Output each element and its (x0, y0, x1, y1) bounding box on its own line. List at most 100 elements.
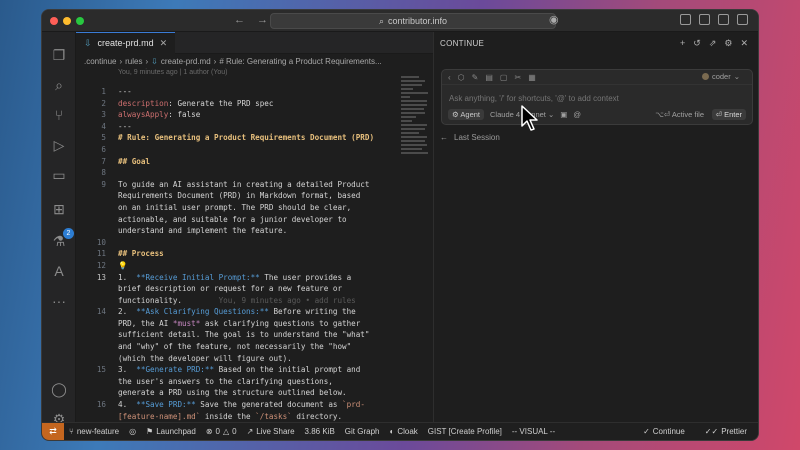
line-text: functionality. You, 9 minutes ago • add … (118, 295, 356, 307)
code-line[interactable]: 9 To guide an AI assistant in creating a … (76, 179, 419, 191)
breadcrumb-item[interactable]: rules (125, 57, 142, 66)
image-icon[interactable]: ▣ (560, 110, 567, 119)
launchpad-button[interactable]: ⚑ Launchpad (141, 427, 201, 436)
code-line[interactable]: 10 (76, 237, 419, 249)
git-graph-button[interactable]: Git Graph (340, 427, 385, 436)
code-line[interactable]: the user's answers to the clarifying que… (76, 376, 419, 388)
explorer-icon[interactable]: ❐ (50, 46, 68, 64)
source-control-icon[interactable]: ⑂ (50, 106, 68, 124)
code-line[interactable]: actionable, and suitable for a junior de… (76, 214, 419, 226)
close-tab-icon[interactable]: ✕ (160, 38, 168, 49)
pencil-icon[interactable]: ✎ (472, 73, 479, 82)
chat-input[interactable] (449, 94, 689, 103)
avatar (701, 73, 709, 80)
last-session-link[interactable]: ← Last Session (440, 133, 500, 142)
book-icon[interactable]: ▤ (485, 73, 493, 82)
code-line[interactable]: (which the developer will figure out). (76, 353, 419, 365)
code-line[interactable]: functionality. You, 9 minutes ago • add … (76, 295, 419, 307)
extensions-icon[interactable]: ⊞ (50, 200, 68, 218)
code-line[interactable]: 7 ## Goal (76, 156, 419, 168)
remote-indicator-icon[interactable]: ⇄ (42, 422, 64, 440)
testing-icon[interactable]: ⚗ (50, 232, 68, 250)
close-window-button[interactable] (50, 16, 58, 25)
code-line[interactable]: 8 (76, 167, 419, 179)
account-icon[interactable]: ◯ (50, 380, 68, 398)
zoom-window-button[interactable] (76, 16, 84, 25)
minimap[interactable] (401, 76, 431, 196)
close-icon[interactable]: ✕ (740, 38, 748, 49)
history-icon[interactable]: ↺ (693, 38, 701, 49)
remote-explorer-icon[interactable]: ▭ (50, 166, 68, 184)
problems-indicator[interactable]: ⊗ 0 △ 0 (201, 427, 242, 436)
code-line[interactable]: brief description or request for a new f… (76, 283, 419, 295)
code-line[interactable]: 12 💡 (76, 260, 419, 272)
grid-icon[interactable]: ▦ (528, 73, 536, 82)
code-line[interactable]: Requirements Document (PRD) in Markdown … (76, 190, 419, 202)
code-editor[interactable]: 1 --- 2 description: Generate the PRD spec 3… (76, 86, 419, 434)
sync-icon[interactable]: ◎ (124, 427, 141, 436)
back-arrow-icon[interactable]: ← (234, 14, 245, 26)
plus-icon[interactable]: + (680, 38, 685, 49)
code-line[interactable]: 4 --- (76, 121, 419, 133)
tools-icon[interactable]: ✂ (514, 73, 521, 82)
gear-icon[interactable]: ⚙ (724, 38, 732, 49)
cloak-icon: ◐ (389, 427, 395, 436)
breadcrumb-item[interactable]: .continue (84, 57, 116, 66)
line-text: ## Process (118, 248, 164, 260)
code-line[interactable]: 13 1. **Receive Initial Prompt:** The use… (76, 272, 419, 284)
breadcrumb-item[interactable]: create-prd.md (161, 57, 211, 66)
code-line[interactable]: 1 --- (76, 86, 419, 98)
forward-arrow-icon[interactable]: → (257, 14, 268, 26)
cube-icon[interactable]: ⬡ (458, 73, 465, 82)
open-external-icon[interactable]: ⇗ (709, 38, 717, 49)
chevron-left-icon[interactable]: ‹ (448, 73, 451, 82)
line-number: 16 (96, 400, 106, 410)
toggle-sidebar-icon[interactable] (680, 14, 691, 25)
breadcrumb-item[interactable]: # Rule: Generating a Product Requirement… (219, 57, 381, 66)
more-icon[interactable]: ··· (50, 292, 68, 310)
code-line[interactable]: on an initial user prompt. The PRD shoul… (76, 202, 419, 214)
agent-mode-button[interactable]: ⚙ Agent (448, 108, 485, 120)
code-line[interactable]: generate a PRD using the structure outli… (76, 387, 419, 399)
azure-icon[interactable]: A (50, 262, 68, 280)
gist-button[interactable]: GIST [Create Profile] (423, 427, 507, 436)
code-line[interactable]: 3 alwaysApply: false (76, 109, 419, 121)
enter-button[interactable]: ⏎ Enter (711, 108, 746, 120)
code-line[interactable]: sufficient detail. The goal is to unders… (76, 329, 419, 341)
minimize-window-button[interactable] (63, 16, 71, 25)
code-line[interactable]: and "why" of the feature, not necessaril… (76, 341, 419, 353)
code-line[interactable]: [feature-name].md` inside the `/tasks` d… (76, 411, 419, 423)
code-line[interactable]: 15 3. **Generate PRD:** Based on the init… (76, 364, 419, 376)
copilot-icon[interactable]: ◉ (549, 13, 559, 26)
continue-status[interactable]: ✓ Continue (638, 427, 690, 436)
cloak-button[interactable]: ◐ Cloak (384, 427, 422, 436)
code-line[interactable]: 16 4. **Save PRD:** Save the generated do… (76, 399, 419, 411)
toggle-secondary-sidebar-icon[interactable] (718, 14, 729, 25)
prettier-status[interactable]: ✓✓ Prettier (700, 427, 752, 436)
editor-area: ⇩ create-prd.md ✕ .continue › rules › ⇩ … (76, 31, 433, 432)
customize-layout-icon[interactable] (737, 14, 748, 25)
code-line[interactable]: understand and implement the feature. (76, 225, 419, 237)
mode-selector[interactable]: coder ⌄ (701, 72, 740, 81)
rocket-icon: ⚑ (146, 427, 154, 436)
line-text: alwaysApply: false (118, 109, 200, 121)
code-line[interactable]: 2 description: Generate the PRD spec (76, 98, 419, 110)
line-number: 1 (101, 87, 106, 96)
command-center-search[interactable]: ⌕ contributor.info (270, 13, 556, 29)
live-share-button[interactable]: ↗ Live Share (242, 427, 300, 436)
warning-count: 0 (232, 427, 237, 436)
run-debug-icon[interactable]: ▷ (50, 136, 68, 154)
tab-create-prd[interactable]: ⇩ create-prd.md ✕ (76, 31, 176, 54)
code-line[interactable]: PRD, the AI *must* ask clarifying questi… (76, 318, 419, 330)
search-icon[interactable]: ⌕ (50, 76, 68, 94)
code-line[interactable]: 5 # Rule: Generating a Product Requiremen… (76, 132, 419, 144)
toggle-panel-icon[interactable] (699, 14, 710, 25)
at-icon[interactable]: @ (573, 110, 581, 119)
code-line[interactable]: 6 (76, 144, 419, 156)
chat-bubble-icon[interactable]: ▢ (500, 73, 508, 82)
chevron-down-icon: ⌄ (733, 72, 740, 81)
code-line[interactable]: 14 2. **Ask Clarifying Questions:** Befor… (76, 306, 419, 318)
active-file-toggle[interactable]: ⌥⏎ Active file (655, 110, 704, 119)
branch-indicator[interactable]: ⑂ new-feature (64, 427, 124, 436)
code-line[interactable]: 11 ## Process (76, 248, 419, 260)
